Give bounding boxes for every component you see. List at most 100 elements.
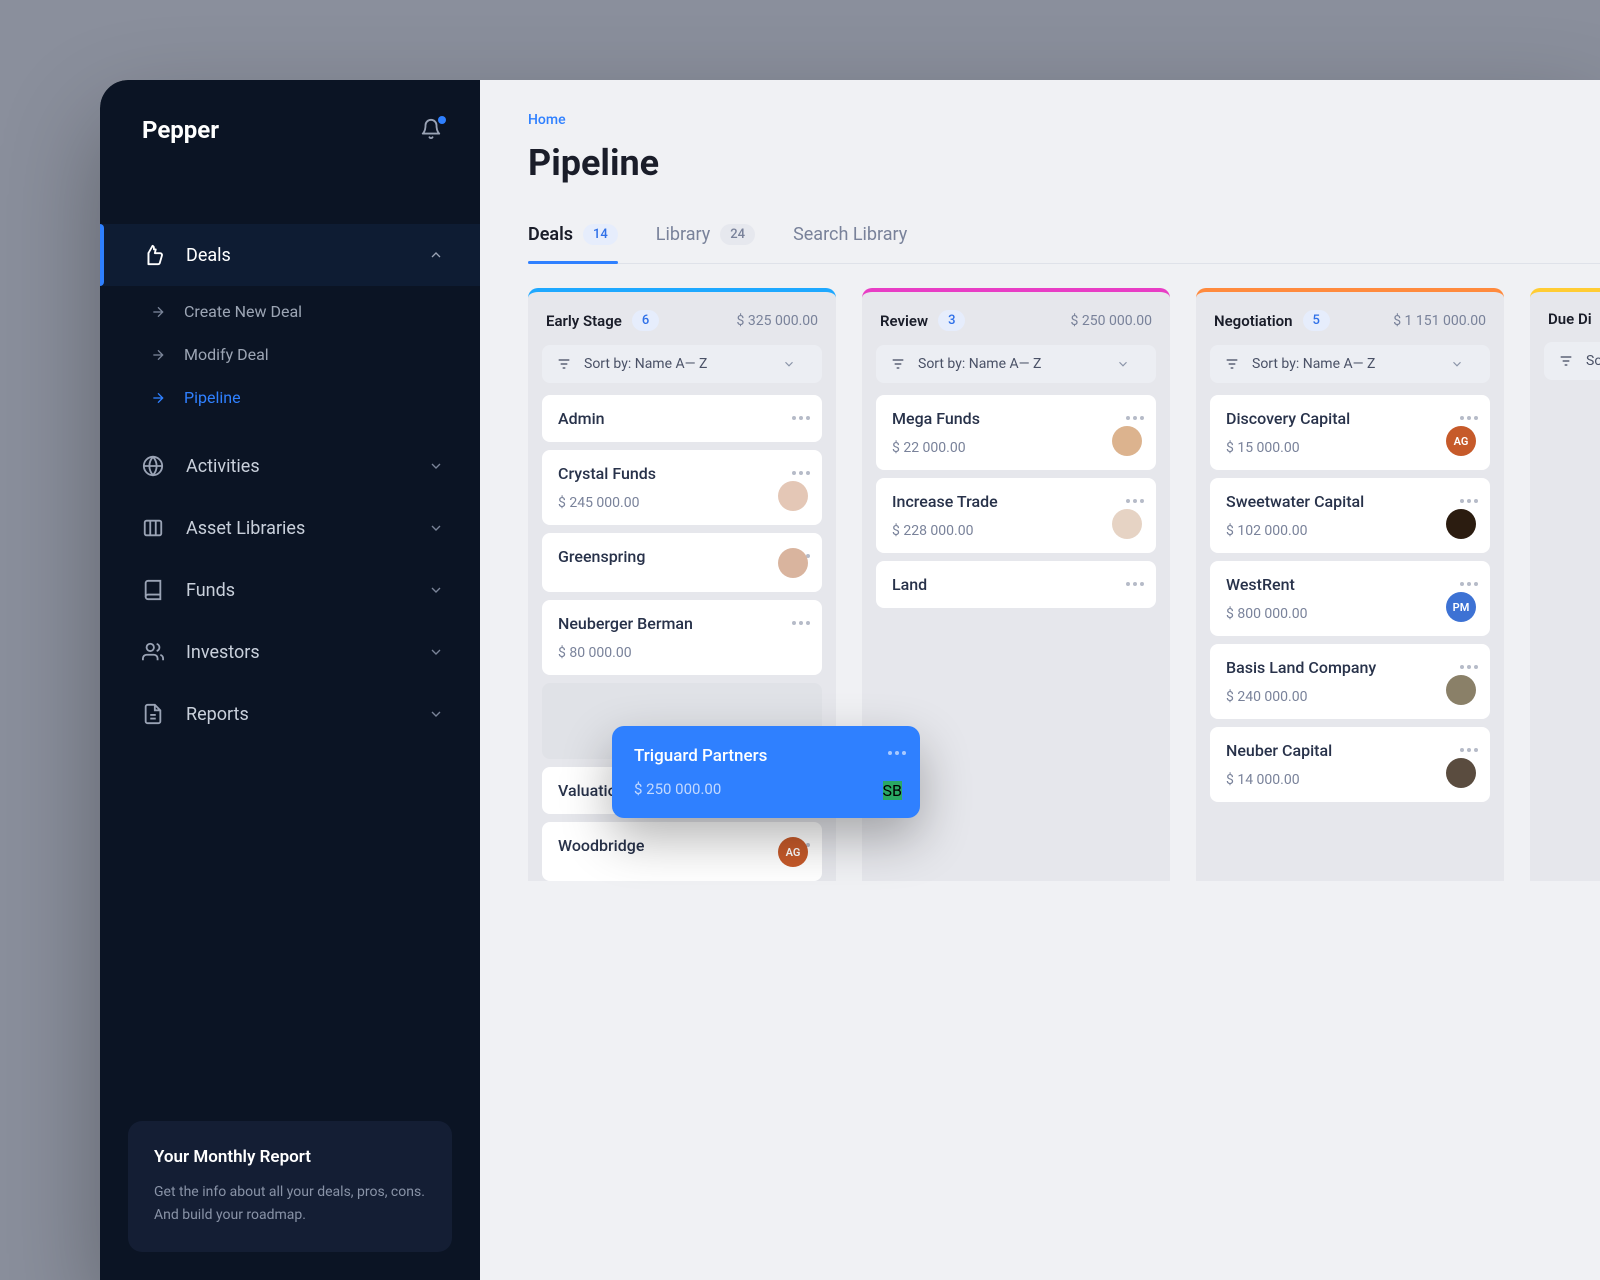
- tab-deals[interactable]: Deals 14: [528, 224, 618, 263]
- sidebar-item-label: Reports: [186, 704, 249, 725]
- main-content: Home Pipeline Deals 14 Library 24 Search…: [480, 80, 1600, 1280]
- sidebar-item-investors[interactable]: Investors: [100, 621, 480, 683]
- globe-icon: [142, 455, 164, 477]
- tab-library[interactable]: Library 24: [656, 224, 755, 263]
- column-total: $ 250 000.00: [1071, 313, 1152, 329]
- sidebar-item-label: Deals: [186, 245, 231, 266]
- breadcrumb[interactable]: Home: [528, 112, 1600, 128]
- column-title: Due Di: [1548, 310, 1592, 328]
- card-amount: $ 22 000.00: [892, 440, 1140, 456]
- sort-label: Sort by: Name A— Z: [1252, 356, 1375, 372]
- card-title: Admin: [558, 409, 806, 428]
- tab-label: Search Library: [793, 224, 907, 245]
- column-header: Review 3 $ 250 000.00: [862, 292, 1170, 345]
- sort-label: Sort by: Name A— Z: [584, 356, 707, 372]
- more-icon: [1126, 416, 1144, 420]
- arrow-right-icon: [150, 304, 166, 320]
- sort-dropdown[interactable]: Sort by: Name A— Z: [1210, 345, 1490, 383]
- card-more-button[interactable]: [1126, 488, 1144, 507]
- deal-card[interactable]: Sweetwater Capital$ 102 000.00: [1210, 478, 1490, 553]
- column-header: Negotiation5$ 1 151 000.00: [1196, 292, 1504, 345]
- tab-badge: 24: [720, 224, 755, 245]
- avatar: [1446, 758, 1476, 788]
- chevron-down-icon: [428, 520, 444, 536]
- sort-dropdown[interactable]: Sort by: Name A— Z: [1544, 342, 1600, 380]
- drag-card[interactable]: Triguard Partners $ 250 000.00 SB: [612, 726, 920, 818]
- deal-card[interactable]: Increase Trade$ 228 000.00: [876, 478, 1156, 553]
- column-title: Early Stage: [546, 312, 622, 330]
- sidebar-item-label: Asset Libraries: [186, 518, 305, 539]
- card-amount: $ 102 000.00: [1226, 523, 1474, 539]
- chevron-down-icon: [1450, 357, 1476, 371]
- brand-logo: Pepper: [142, 116, 219, 144]
- card-more-button[interactable]: [1460, 654, 1478, 673]
- card-more-button[interactable]: [792, 460, 810, 479]
- deal-card[interactable]: Greenspring: [542, 533, 822, 592]
- sidebar-item-funds[interactable]: Funds: [100, 559, 480, 621]
- deal-card[interactable]: Admin: [542, 395, 822, 442]
- notifications-button[interactable]: [420, 118, 444, 142]
- card-title: Increase Trade: [892, 492, 1140, 511]
- sidebar-sub-pipeline[interactable]: Pipeline: [100, 376, 480, 419]
- avatar: [778, 548, 808, 578]
- avatar: AG: [778, 837, 808, 867]
- card-more-button[interactable]: [1460, 571, 1478, 590]
- sidebar-sub-create-deal[interactable]: Create New Deal: [100, 290, 480, 333]
- card-title: Land: [892, 575, 1140, 594]
- card-more-button[interactable]: [792, 405, 810, 424]
- more-icon: [1126, 582, 1144, 586]
- sort-label: Sort by: Name A— Z: [1586, 353, 1600, 369]
- cards-container: Discovery Capital$ 15 000.00AG Sweetwater…: [1196, 395, 1504, 802]
- deal-card[interactable]: Basis Land Company$ 240 000.00: [1210, 644, 1490, 719]
- chevron-down-icon: [428, 706, 444, 722]
- card-amount: $ 250 000.00: [634, 780, 898, 798]
- sidebar-item-asset-libraries[interactable]: Asset Libraries: [100, 497, 480, 559]
- card-more-button[interactable]: [1126, 571, 1144, 590]
- deal-card[interactable]: Crystal Funds$ 245 000.00: [542, 450, 822, 525]
- more-icon: [1460, 416, 1478, 420]
- report-text: Get the info about all your deals, pros,…: [154, 1181, 426, 1226]
- deal-card[interactable]: Neuberger Berman$ 80 000.00: [542, 600, 822, 675]
- avatar: [778, 481, 808, 511]
- cards-container: Mega Funds$ 22 000.00 Increase Trade$ 228…: [862, 395, 1170, 608]
- sidebar-item-deals[interactable]: Deals: [100, 224, 480, 286]
- sort-dropdown[interactable]: Sort by: Name A— Z: [542, 345, 822, 383]
- deal-card[interactable]: Neuber Capital$ 14 000.00: [1210, 727, 1490, 802]
- more-icon: [1460, 748, 1478, 752]
- sidebar-item-reports[interactable]: Reports: [100, 683, 480, 745]
- avatar-initials: AG: [786, 846, 801, 859]
- card-more-button[interactable]: [792, 610, 810, 629]
- card-title: Triguard Partners: [634, 746, 898, 766]
- sidebar: Pepper Deals Cre: [100, 80, 480, 1280]
- deal-card[interactable]: WestRent$ 800 000.00PM: [1210, 561, 1490, 636]
- card-more-button[interactable]: [1460, 488, 1478, 507]
- deal-card[interactable]: Land: [876, 561, 1156, 608]
- card-more-button[interactable]: [1460, 737, 1478, 756]
- more-icon: [792, 621, 810, 625]
- sidebar-item-activities[interactable]: Activities: [100, 435, 480, 497]
- sort-dropdown[interactable]: Sort by: Name A— Z: [876, 345, 1156, 383]
- avatar: SB: [883, 781, 902, 800]
- deal-card[interactable]: Discovery Capital$ 15 000.00AG: [1210, 395, 1490, 470]
- avatar: [1446, 509, 1476, 539]
- card-more-button[interactable]: [1460, 405, 1478, 424]
- deal-card[interactable]: WoodbridgeAG: [542, 822, 822, 881]
- avatar-initials: PM: [1453, 601, 1470, 614]
- sub-item-label: Modify Deal: [184, 345, 269, 364]
- monthly-report-box[interactable]: Your Monthly Report Get the info about a…: [128, 1121, 452, 1252]
- deals-submenu: Create New Deal Modify Deal Pipeline: [100, 286, 480, 435]
- card-more-button[interactable]: [1126, 405, 1144, 424]
- tab-badge: 14: [583, 224, 618, 245]
- sidebar-sub-modify-deal[interactable]: Modify Deal: [100, 333, 480, 376]
- file-icon: [142, 703, 164, 725]
- column-count-badge: 3: [938, 310, 965, 331]
- sidebar-nav: Deals Create New Deal Modify Deal: [100, 224, 480, 745]
- column-title: Negotiation: [1214, 312, 1293, 330]
- avatar: PM: [1446, 592, 1476, 622]
- column-title: Review: [880, 312, 928, 330]
- tab-search-library[interactable]: Search Library: [793, 224, 907, 263]
- page-title: Pipeline: [528, 142, 1600, 184]
- card-more-button[interactable]: [888, 740, 906, 759]
- deal-card[interactable]: Mega Funds$ 22 000.00: [876, 395, 1156, 470]
- more-icon: [1460, 665, 1478, 669]
